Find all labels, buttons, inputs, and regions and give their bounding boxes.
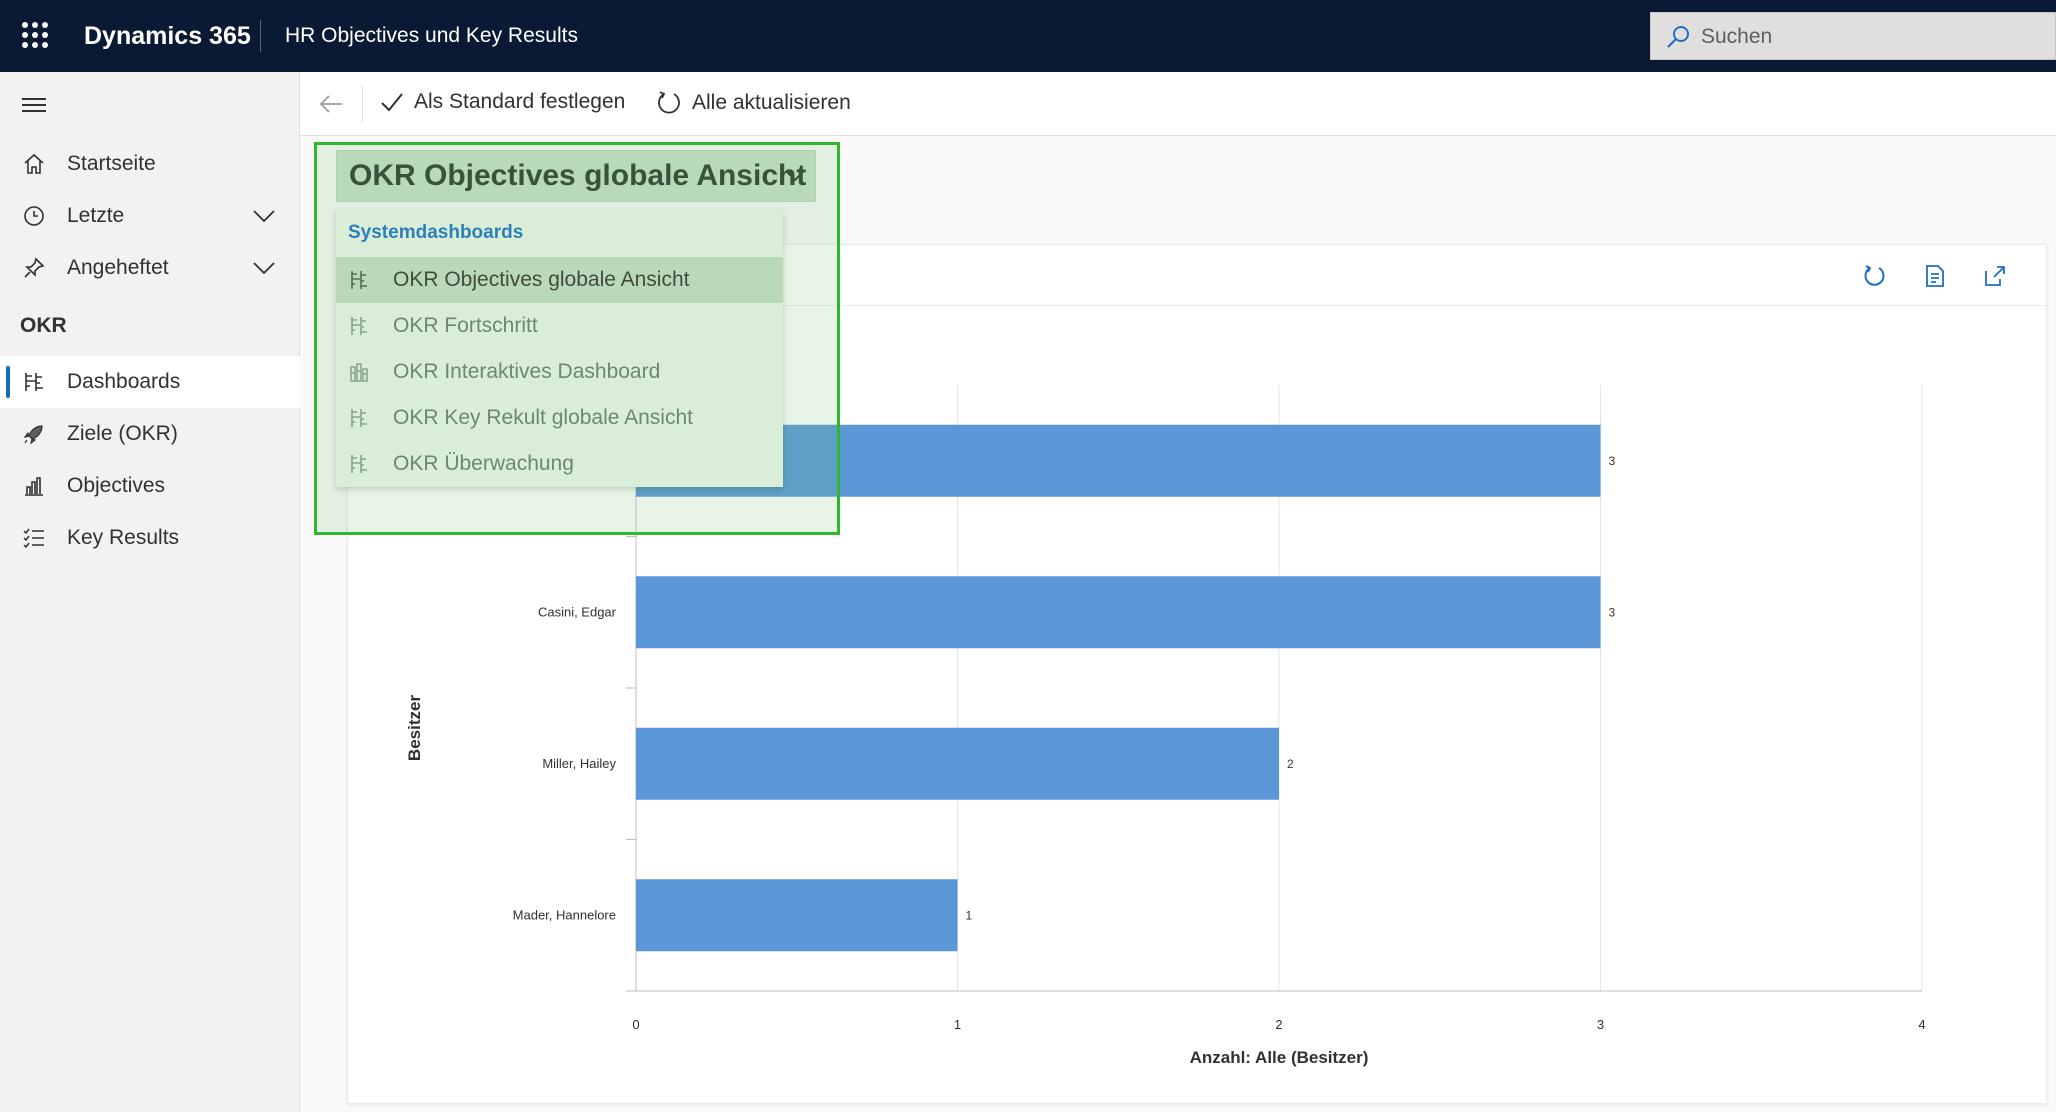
back-arrow-icon[interactable] [318,92,344,116]
set-default-label: Als Standard festlegen [414,90,626,113]
dashboard-icon [351,455,367,473]
chevron-down-icon [786,171,804,182]
dropdown-item-okr-interaktiv[interactable]: OKR Interaktives Dashboard [336,349,783,395]
dashboard-selector[interactable]: OKR Objectives globale Ansicht [336,150,816,202]
dropdown-item-label: OKR Interaktives Dashboard [393,360,661,383]
sidebar-item-letzte[interactable]: Letzte [0,190,300,242]
x-tick-label: 3 [1597,1017,1604,1032]
bar[interactable] [636,576,1601,649]
chevron-down-icon[interactable] [252,258,276,278]
app-launcher-icon[interactable] [22,22,48,48]
sidebar-item-label: Startseite [67,152,156,175]
sidebar-item-label: Ziele (OKR) [67,422,178,445]
top-bar: Dynamics 365 HR Objectives und Key Resul… [0,0,2056,72]
dashboard-icon [25,373,43,391]
bar-value-label: 2 [1287,757,1294,771]
dashboard-icon [351,271,367,289]
refresh-all-label: Alle aktualisieren [692,91,851,114]
bar-value-label: 3 [1609,605,1616,619]
dropdown-item-label: OKR Objectives globale Ansicht [393,268,690,291]
hamburger-menu-icon[interactable] [22,98,46,114]
dropdown-item-okr-fortschritt[interactable]: OKR Fortschritt [336,303,783,349]
x-axis-title: Anzahl: Alle (Besitzer) [1190,1048,1369,1067]
search-input[interactable]: Suchen [1650,12,2056,60]
sidebar: Startseite Letzte Angeheftet OKR Dashboa… [0,72,300,1112]
dropdown-item-label: OKR Überwachung [393,452,574,475]
bar[interactable] [636,727,1279,800]
bar-value-label: 1 [966,908,973,922]
chart-bars [636,424,1601,952]
bar-chart-icon [25,477,43,496]
x-tick-label: 2 [1275,1017,1282,1032]
dropdown-item-label: OKR Fortschritt [393,314,538,337]
app-title[interactable]: HR Objectives und Key Results [285,24,578,48]
y-category-label: Mader, Hannelore [513,907,616,922]
dropdown-item-okr-ueberwachung[interactable]: OKR Überwachung [336,441,783,487]
dropdown-item-okr-objectives[interactable]: OKR Objectives globale Ansicht [336,257,783,303]
y-axis-title: Besitzer [405,695,424,762]
bar-value-label: 3 [1609,454,1616,468]
checklist-icon [23,528,44,549]
sidebar-item-label: Letzte [67,204,125,227]
dashboard-icon [351,409,367,427]
refresh-icon [658,91,680,114]
dropdown-header: Systemdashboards [348,222,524,243]
x-tick-label: 4 [1918,1017,1925,1032]
pin-icon [24,257,45,278]
search-placeholder: Suchen [1701,25,1773,48]
rocket-icon [23,425,43,445]
search-icon [1667,26,1689,48]
sidebar-item-startseite[interactable]: Startseite [0,138,300,190]
command-bar: Als Standard festlegen Alle aktualisiere… [300,72,2056,136]
sidebar-section-title: OKR [20,314,67,337]
sidebar-item-dashboards[interactable]: Dashboards [0,356,300,408]
brand-title[interactable]: Dynamics 365 [84,22,251,51]
sidebar-item-angeheftet[interactable]: Angeheftet [0,242,300,294]
bar[interactable] [636,879,958,952]
set-default-button[interactable]: Als Standard festlegen [380,90,625,114]
sidebar-item-label: Dashboards [67,370,181,393]
dashboard-dropdown: Systemdashboards OKR Objectives globale … [336,210,783,487]
clock-icon [24,206,44,226]
y-category-label: Casini, Edgar [538,604,617,619]
sidebar-item-label: Objectives [67,474,166,497]
sidebar-item-objectives[interactable]: Objectives [0,460,300,512]
x-tick-label: 1 [954,1017,961,1032]
dropdown-item-okr-key-rekult[interactable]: OKR Key Rekult globale Ansicht [336,395,783,441]
checkmark-icon [381,93,403,112]
dashboard-icon [351,317,367,335]
y-category-label: Miller, Hailey [542,756,616,771]
chevron-down-icon[interactable] [252,206,276,226]
dropdown-item-label: OKR Key Rekult globale Ansicht [393,406,693,429]
interactive-dashboard-icon [350,363,368,382]
sidebar-item-label: Angeheftet [67,256,169,279]
sidebar-item-ziele[interactable]: Ziele (OKR) [0,408,300,460]
command-separator [362,86,363,122]
sidebar-item-key-results[interactable]: Key Results [0,512,300,564]
home-icon [24,153,44,174]
refresh-all-button[interactable]: Alle aktualisieren [656,90,851,116]
topbar-divider [260,20,261,52]
active-indicator [6,366,10,398]
x-tick-label: 0 [632,1017,639,1032]
sidebar-item-label: Key Results [67,526,180,549]
dashboard-selector-label: OKR Objectives globale Ansicht [349,159,807,192]
